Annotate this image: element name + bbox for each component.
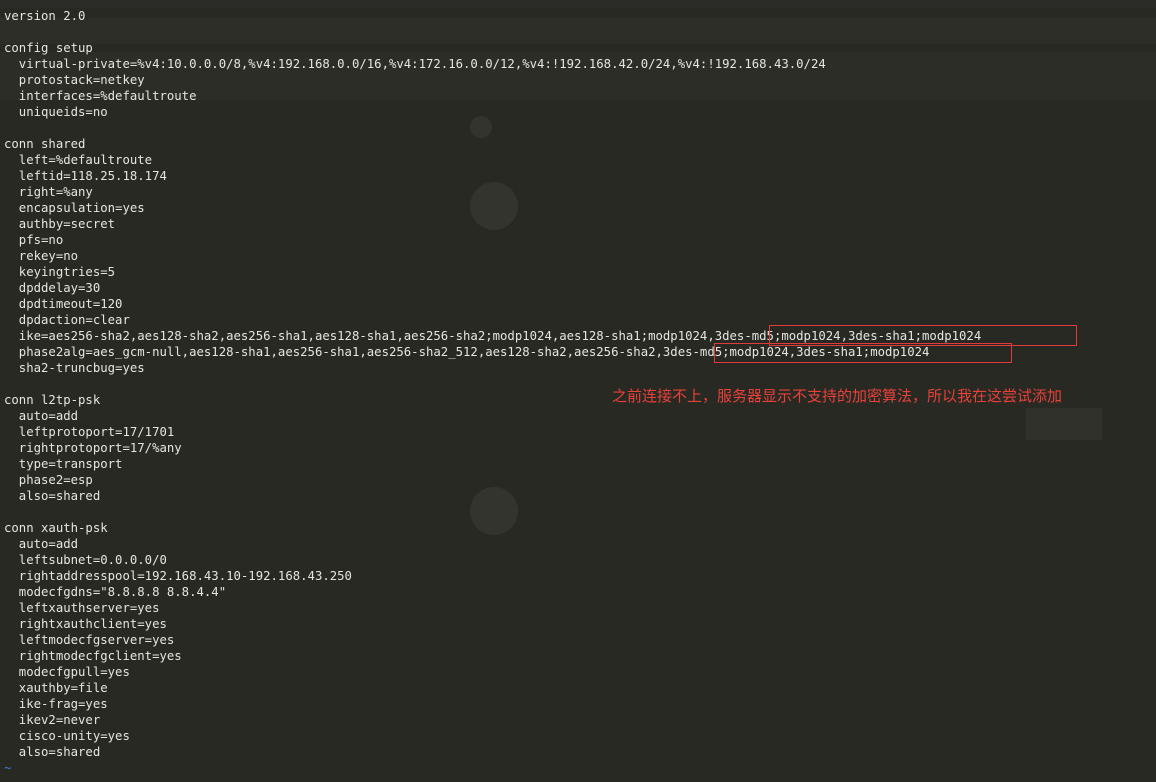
code-line: ike=aes256-sha2,aes128-sha2,aes256-sha1,…	[4, 329, 982, 343]
code-line: modecfgdns="8.8.8.8 8.8.4.4"	[4, 585, 227, 599]
code-line: rightxauthclient=yes	[4, 617, 167, 631]
code-line: version 2.0	[4, 9, 86, 23]
code-line: sha2-truncbug=yes	[4, 361, 145, 375]
code-line: dpdtimeout=120	[4, 297, 123, 311]
code-line: cisco-unity=yes	[4, 729, 130, 743]
code-line: auto=add	[4, 409, 79, 423]
end-of-file-marker: ~	[4, 761, 12, 775]
code-line: modecfgpull=yes	[4, 665, 130, 679]
code-line: config setup	[4, 41, 93, 55]
ghost-button	[1026, 408, 1102, 440]
code-line: interfaces=%defaultroute	[4, 89, 197, 103]
ghost-top-bar	[0, 0, 1156, 8]
code-line: keyingtries=5	[4, 265, 116, 279]
code-line: conn shared	[4, 137, 86, 151]
code-line: pfs=no	[4, 233, 64, 247]
code-line: type=transport	[4, 457, 123, 471]
code-line: ike-frag=yes	[4, 697, 108, 711]
code-line: leftid=118.25.18.174	[4, 169, 167, 183]
code-line: xauthby=file	[4, 681, 108, 695]
code-line: leftxauthserver=yes	[4, 601, 160, 615]
code-line: left=%defaultroute	[4, 153, 153, 167]
code-line: rekey=no	[4, 249, 79, 263]
code-line: rightprotoport=17/%any	[4, 441, 182, 455]
code-line: dpdaction=clear	[4, 313, 130, 327]
code-line: phase2alg=aes_gcm-null,aes128-sha1,aes25…	[4, 345, 930, 359]
code-line: virtual-private=%v4:10.0.0.0/8,%v4:192.1…	[4, 57, 826, 71]
code-line: right=%any	[4, 185, 93, 199]
code-line: rightaddresspool=192.168.43.10-192.168.4…	[4, 569, 352, 583]
terminal-window[interactable]: version 2.0 config setup virtual-private=…	[0, 0, 1156, 782]
code-line: leftsubnet=0.0.0.0/0	[4, 553, 167, 567]
code-line: authby=secret	[4, 217, 116, 231]
code-line: leftprotoport=17/1701	[4, 425, 175, 439]
code-line: dpddelay=30	[4, 281, 101, 295]
code-line: ikev2=never	[4, 713, 101, 727]
code-line: protostack=netkey	[4, 73, 145, 87]
code-line: conn xauth-psk	[4, 521, 108, 535]
code-line: auto=add	[4, 537, 79, 551]
annotation-note: 之前连接不上，服务器显示不支持的加密算法，所以我在这尝试添加	[612, 387, 1063, 405]
code-line: rightmodecfgclient=yes	[4, 649, 182, 663]
code-line: uniqueids=no	[4, 105, 108, 119]
code-line: also=shared	[4, 745, 101, 759]
code-line: also=shared	[4, 489, 101, 503]
code-line: encapsulation=yes	[4, 201, 145, 215]
code-line: phase2=esp	[4, 473, 93, 487]
code-line: leftmodecfgserver=yes	[4, 633, 175, 647]
